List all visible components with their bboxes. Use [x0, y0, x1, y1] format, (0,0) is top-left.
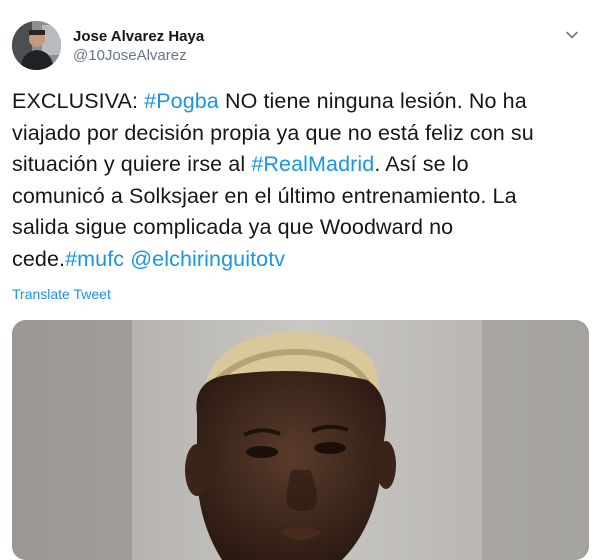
translate-tweet-link[interactable]: Translate Tweet	[12, 286, 111, 302]
tweet-text-line: salida sigue complicada ya que Woodward …	[12, 212, 592, 244]
tweet-text-line: viajado por decisión propia ya que no es…	[12, 118, 592, 150]
mention-link[interactable]: @elchiringuitotv	[130, 247, 285, 271]
chevron-down-icon[interactable]	[563, 26, 581, 44]
hashtag-link[interactable]: #mufc	[65, 247, 124, 271]
tweet-media-image[interactable]	[12, 320, 589, 560]
hashtag-link[interactable]: #RealMadrid	[251, 152, 374, 176]
tweet-text: EXCLUSIVA: #Pogba NO tiene ninguna lesió…	[12, 86, 592, 275]
tweet-text-line: EXCLUSIVA: #Pogba NO tiene ninguna lesió…	[12, 86, 592, 118]
author-display-name[interactable]: Jose Alvarez Haya	[73, 27, 204, 46]
tweet-text-span: situación y quiere irse al	[12, 152, 252, 176]
tweet-text-span: viajado por decisión propia ya que no es…	[12, 120, 534, 145]
tweet-text-line: situación y quiere irse al #RealMadrid. …	[12, 149, 592, 181]
hashtag-link[interactable]: #Pogba	[144, 89, 219, 113]
tweet-text-line: comunicó a Solksjaer en el último entren…	[12, 181, 592, 213]
author-handle[interactable]: @10JoseAlvarez	[73, 46, 204, 66]
tweet-text-line: cede.#mufc @elchiringuitotv	[12, 244, 592, 276]
tweet-header: Jose Alvarez Haya @10JoseAlvarez	[12, 16, 589, 72]
tweet-text-span: salida sigue complicada ya que Woodward …	[12, 215, 454, 239]
tweet-text-span: comunicó a Solksjaer en el último entren…	[12, 183, 517, 208]
author-names: Jose Alvarez Haya @10JoseAlvarez	[73, 27, 204, 66]
tweet-text-span: . Así se lo	[374, 152, 469, 176]
tweet-text-span: EXCLUSIVA:	[12, 89, 145, 113]
tweet-text-span: cede.	[12, 246, 66, 271]
tweet-card: Jose Alvarez Haya @10JoseAlvarez EXCLUSI…	[0, 0, 601, 560]
author-avatar[interactable]	[12, 21, 61, 70]
tweet-text-span: NO tiene ninguna lesión. No ha	[218, 89, 527, 113]
